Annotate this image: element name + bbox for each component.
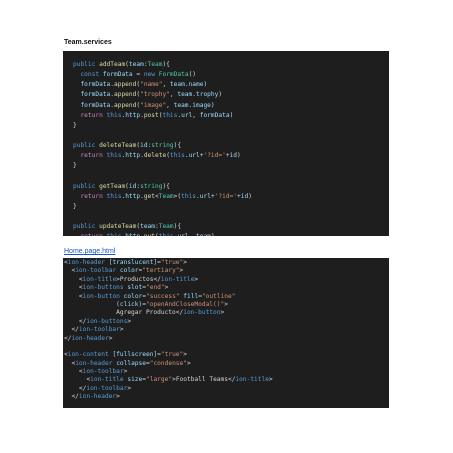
team-services-code-line: return this.http.get<Team>(this.url+'?id…: [80, 192, 252, 200]
team-services-code-line: formData.append("image", team.image): [80, 101, 215, 109]
home-page-html-code-line: </ion-toolbar>: [78, 384, 132, 392]
code-block-team-services: public addTeam(team:Team){ const formDat…: [63, 51, 389, 236]
section-title-team-services: Team.services: [64, 39, 112, 46]
team-services-code-line: return this.http.delete(this.url+'?id='+…: [80, 152, 241, 160]
home-page-html-code-line: <ion-toolbar>: [78, 368, 128, 376]
team-services-code-line: public updateTeam(team:Team){: [73, 223, 182, 231]
home-page-html-code-line: <ion-header collapse="condense">: [71, 359, 191, 367]
code-block-home-page-html: <ion-header [translucent]="true"> <ion-t…: [63, 258, 389, 408]
home-page-html-link[interactable]: Home.page.html: [64, 248, 115, 255]
home-page-html-code-line: <ion-content [fullscreen]="true">: [64, 351, 187, 359]
team-services-code-line: }: [73, 162, 77, 170]
home-page-html-code-line: Agregar Producto</ion-button>: [64, 309, 225, 317]
team-services-code-line: [73, 172, 389, 182]
home-page-html-code-line: </ion-buttons>: [78, 317, 132, 325]
team-services-code-line: formData.append("trophy", team.trophy): [80, 91, 223, 99]
team-services-code-line: public addTeam(team:Team){: [73, 61, 170, 68]
team-services-code-line: }: [73, 121, 77, 129]
home-page-html-code-line: </ion-header>: [64, 334, 113, 342]
team-services-code-line: [73, 131, 389, 141]
home-page-html-code-line: </ion-toolbar>: [71, 326, 124, 334]
team-services-code-line: }: [73, 202, 77, 210]
home-page-html-code-line: </ion-header>: [71, 393, 120, 401]
team-services-code-line: formData.append("name", team.name): [80, 81, 208, 89]
home-page-html-code-line: <ion-toolbar color="tertiary">: [71, 267, 184, 275]
team-services-code-line: return this.http.post(this.url, formData…: [80, 111, 234, 119]
home-page-html-code-line: [64, 343, 389, 351]
home-page-html-code-line: <ion-buttons slot="end">: [78, 284, 169, 292]
home-page-html-code-line: <ion-header [translucent]="true">: [64, 259, 187, 266]
home-page-html-code-line: [64, 402, 389, 408]
team-services-code-line: public deleteTeam(id:string){: [73, 142, 182, 150]
team-services-code-line: return this.http.put(this.url, team): [73, 232, 389, 236]
team-services-code-line: [73, 212, 389, 222]
team-services-code-line: const formData = new FormData(): [80, 71, 197, 79]
home-page-html-code-line: <ion-button color="success" fill="outlin…: [78, 292, 236, 300]
home-page-html-code-line: <ion-title size="large">Football Teams</…: [86, 376, 273, 384]
home-page-html-code-line: <ion-title>Productos</ion-title>: [78, 275, 199, 283]
team-services-code-line: public getTeam(id:string){: [73, 182, 170, 190]
home-page-html-code-line: (click)="openAndCloseModal()">: [116, 300, 228, 308]
